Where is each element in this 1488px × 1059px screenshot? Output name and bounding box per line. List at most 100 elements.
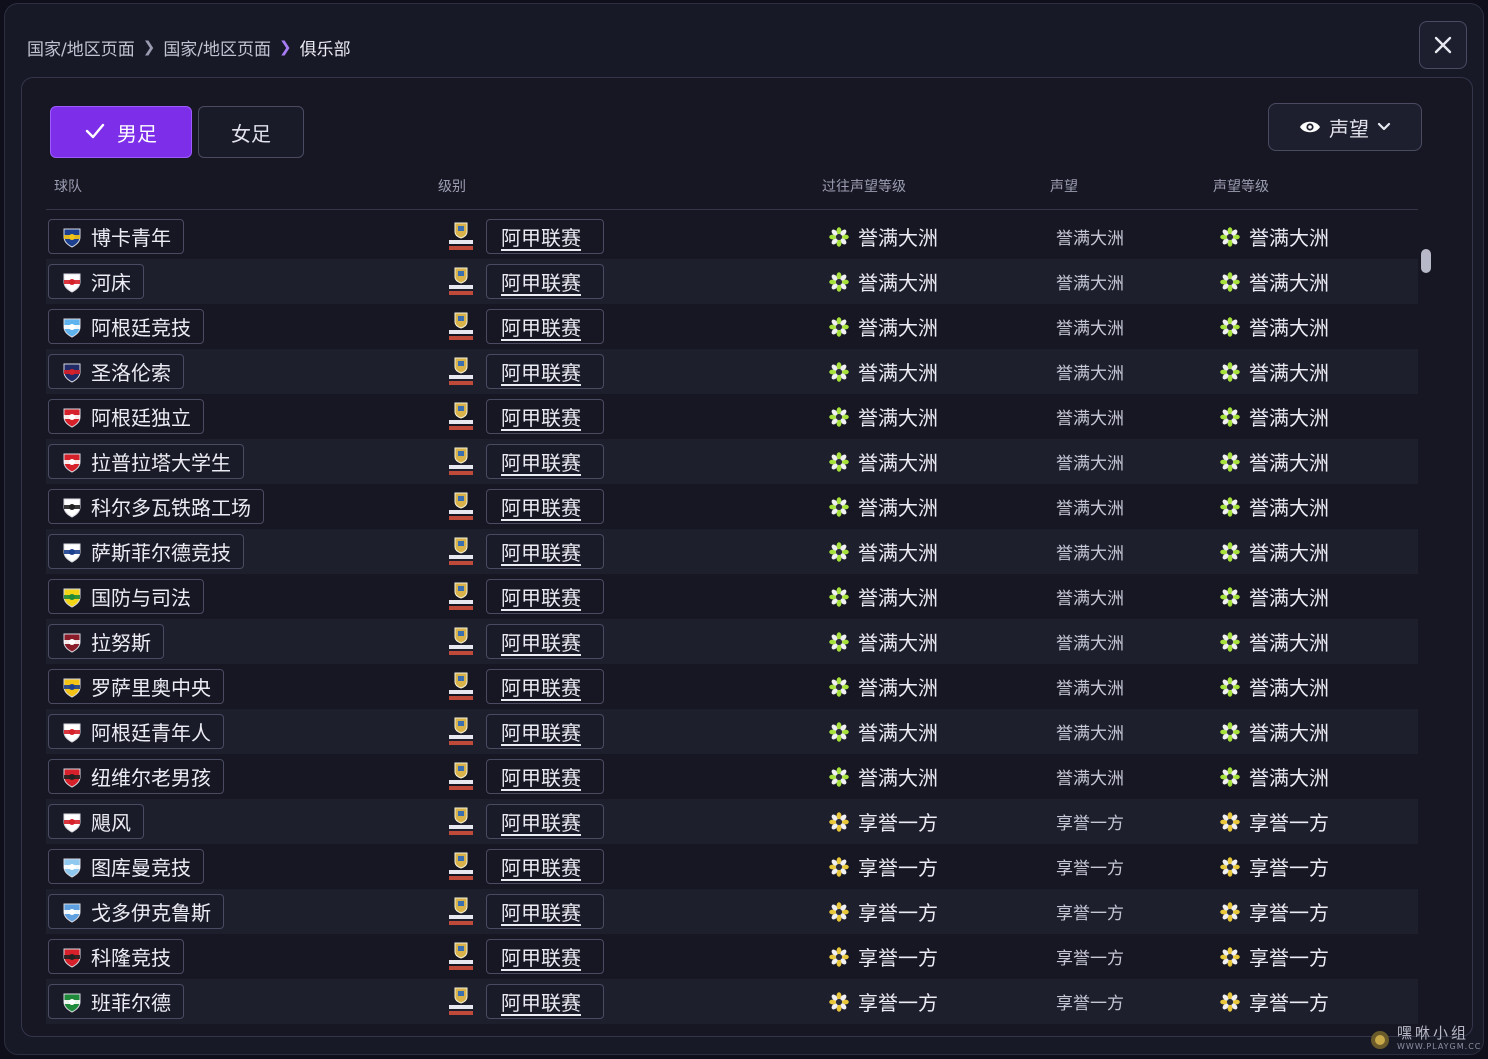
column-header-past-reputation[interactable]: 过往声望等级 — [822, 176, 906, 196]
league-link[interactable]: 阿甲联赛 — [486, 354, 604, 389]
table-row[interactable]: 纽维尔老男孩 阿甲联赛 誉满大洲 誉满大洲 誉满大洲 — [46, 754, 1418, 799]
team-link[interactable]: 河床 — [48, 264, 144, 299]
close-button[interactable] — [1419, 21, 1467, 69]
past-reputation-cell: 享誉一方 — [828, 799, 938, 844]
column-header-reputation-level[interactable]: 声望等级 — [1213, 176, 1269, 196]
reputation-level-text: 誉满大洲 — [1249, 226, 1329, 250]
team-name: 国防与司法 — [91, 586, 191, 610]
table-row[interactable]: 图库曼竞技 阿甲联赛 享誉一方 享誉一方 享誉一方 — [46, 844, 1418, 889]
league-link[interactable]: 阿甲联赛 — [486, 489, 604, 524]
league-link[interactable]: 阿甲联赛 — [486, 894, 604, 929]
table-row[interactable]: 科尔多瓦铁路工场 阿甲联赛 誉满大洲 誉满大洲 誉满大洲 — [46, 484, 1418, 529]
reputation-badge-icon — [828, 631, 850, 653]
league-link[interactable]: 阿甲联赛 — [486, 939, 604, 974]
reputation-level-text: 誉满大洲 — [1249, 586, 1329, 610]
reputation-level-cell: 誉满大洲 — [1219, 664, 1329, 709]
league-link[interactable]: 阿甲联赛 — [486, 984, 604, 1019]
table-row[interactable]: 罗萨里奥中央 阿甲联赛 誉满大洲 誉满大洲 誉满大洲 — [46, 664, 1418, 709]
team-name: 阿根廷青年人 — [91, 721, 211, 745]
reputation-level-cell: 誉满大洲 — [1219, 709, 1329, 754]
league-link[interactable]: 阿甲联赛 — [486, 579, 604, 614]
league-link[interactable]: 阿甲联赛 — [486, 399, 604, 434]
team-link[interactable]: 拉普拉塔大学生 — [48, 444, 244, 479]
past-reputation-text: 誉满大洲 — [858, 496, 938, 520]
league-logo-icon — [446, 311, 476, 343]
table-row[interactable]: 河床 阿甲联赛 誉满大洲 誉满大洲 誉满大洲 — [46, 259, 1418, 304]
reputation-dropdown[interactable]: 声望 — [1268, 103, 1422, 151]
league-link[interactable]: 阿甲联赛 — [486, 624, 604, 659]
column-header-division[interactable]: 级别 — [438, 176, 466, 196]
column-header-team[interactable]: 球队 — [54, 176, 82, 196]
team-link[interactable]: 图库曼竞技 — [48, 849, 204, 884]
team-link[interactable]: 阿根廷独立 — [48, 399, 204, 434]
team-link[interactable]: 纽维尔老男孩 — [48, 759, 224, 794]
reputation-level-cell: 享誉一方 — [1219, 934, 1329, 979]
reputation-level-text: 誉满大洲 — [1249, 316, 1329, 340]
table-row[interactable]: 阿根廷青年人 阿甲联赛 誉满大洲 誉满大洲 誉满大洲 — [46, 709, 1418, 754]
reputation-badge-icon — [1219, 271, 1241, 293]
table-row[interactable]: 班菲尔德 阿甲联赛 享誉一方 享誉一方 享誉一方 — [46, 979, 1418, 1024]
team-link[interactable]: 科隆竞技 — [48, 939, 184, 974]
table-row[interactable]: 拉努斯 阿甲联赛 誉满大洲 誉满大洲 誉满大洲 — [46, 619, 1418, 664]
club-list-window: 国家/地区页面 ❯ 国家/地区页面 ❯ 俱乐部 男足 女足 声望 球队 级别 过… — [4, 3, 1484, 1055]
team-link[interactable]: 班菲尔德 — [48, 984, 184, 1019]
reputation-badge-icon — [828, 946, 850, 968]
team-link[interactable]: 萨斯菲尔德竞技 — [48, 534, 244, 569]
reputation-level-cell: 誉满大洲 — [1219, 259, 1329, 304]
club-crest-icon — [61, 226, 83, 248]
team-link[interactable]: 阿根廷竞技 — [48, 309, 204, 344]
team-name: 拉努斯 — [91, 631, 151, 655]
table-row[interactable]: 拉普拉塔大学生 阿甲联赛 誉满大洲 誉满大洲 誉满大洲 — [46, 439, 1418, 484]
league-link[interactable]: 阿甲联赛 — [486, 669, 604, 704]
team-link[interactable]: 拉努斯 — [48, 624, 164, 659]
league-logo-icon — [446, 491, 476, 523]
league-link[interactable]: 阿甲联赛 — [486, 534, 604, 569]
league-link[interactable]: 阿甲联赛 — [486, 264, 604, 299]
table-row[interactable]: 戈多伊克鲁斯 阿甲联赛 享誉一方 享誉一方 享誉一方 — [46, 889, 1418, 934]
club-crest-icon — [61, 406, 83, 428]
table-row[interactable]: 国防与司法 阿甲联赛 誉满大洲 誉满大洲 誉满大洲 — [46, 574, 1418, 619]
reputation-badge-icon — [828, 901, 850, 923]
column-header-reputation[interactable]: 声望 — [1050, 176, 1078, 196]
reputation-level-cell: 誉满大洲 — [1219, 439, 1329, 484]
chevron-right-icon: ❯ — [142, 38, 156, 56]
past-reputation-cell: 享誉一方 — [828, 934, 938, 979]
table-row[interactable]: 博卡青年 阿甲联赛 誉满大洲 誉满大洲 誉满大洲 — [46, 214, 1418, 259]
league-link[interactable]: 阿甲联赛 — [486, 849, 604, 884]
league-logo-icon — [446, 761, 476, 793]
league-link[interactable]: 阿甲联赛 — [486, 759, 604, 794]
breadcrumb-item-country-2[interactable]: 国家/地区页面 — [163, 35, 271, 60]
team-link[interactable]: 圣洛伦索 — [48, 354, 184, 389]
tab-womens[interactable]: 女足 — [198, 106, 304, 158]
team-link[interactable]: 戈多伊克鲁斯 — [48, 894, 224, 929]
team-link[interactable]: 罗萨里奥中央 — [48, 669, 224, 704]
reputation-badge-icon — [1219, 676, 1241, 698]
past-reputation-cell: 誉满大洲 — [828, 259, 938, 304]
tab-mens[interactable]: 男足 — [50, 106, 192, 158]
league-logo-icon — [446, 446, 476, 478]
league-link[interactable]: 阿甲联赛 — [486, 444, 604, 479]
reputation-cell: 誉满大洲 — [1056, 274, 1124, 294]
league-link[interactable]: 阿甲联赛 — [486, 309, 604, 344]
reputation-level-cell: 誉满大洲 — [1219, 574, 1329, 619]
team-link[interactable]: 飓风 — [48, 804, 144, 839]
table-row[interactable]: 圣洛伦索 阿甲联赛 誉满大洲 誉满大洲 誉满大洲 — [46, 349, 1418, 394]
reputation-badge-icon — [828, 226, 850, 248]
table-row[interactable]: 萨斯菲尔德竞技 阿甲联赛 誉满大洲 誉满大洲 誉满大洲 — [46, 529, 1418, 574]
league-link[interactable]: 阿甲联赛 — [486, 219, 604, 254]
breadcrumb-item-country[interactable]: 国家/地区页面 — [27, 35, 135, 60]
scrollbar-thumb[interactable] — [1421, 249, 1431, 273]
watermark-text: 嘿咻小组 — [1397, 1024, 1470, 1042]
table-row[interactable]: 飓风 阿甲联赛 享誉一方 享誉一方 享誉一方 — [46, 799, 1418, 844]
team-link[interactable]: 博卡青年 — [48, 219, 184, 254]
table-row[interactable]: 阿根廷竞技 阿甲联赛 誉满大洲 誉满大洲 誉满大洲 — [46, 304, 1418, 349]
reputation-level-text: 誉满大洲 — [1249, 451, 1329, 475]
reputation-level-text: 誉满大洲 — [1249, 496, 1329, 520]
team-link[interactable]: 科尔多瓦铁路工场 — [48, 489, 264, 524]
team-link[interactable]: 阿根廷青年人 — [48, 714, 224, 749]
table-row[interactable]: 阿根廷独立 阿甲联赛 誉满大洲 誉满大洲 誉满大洲 — [46, 394, 1418, 439]
table-row[interactable]: 科隆竞技 阿甲联赛 享誉一方 享誉一方 享誉一方 — [46, 934, 1418, 979]
league-link[interactable]: 阿甲联赛 — [486, 714, 604, 749]
team-link[interactable]: 国防与司法 — [48, 579, 204, 614]
league-link[interactable]: 阿甲联赛 — [486, 804, 604, 839]
